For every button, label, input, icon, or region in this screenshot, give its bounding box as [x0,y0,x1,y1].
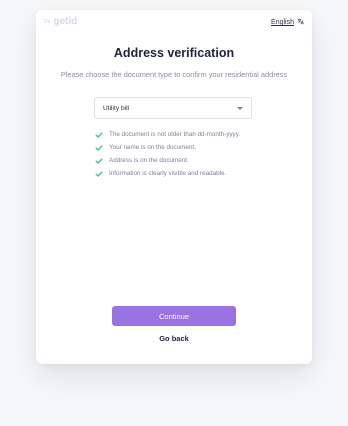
check-icon [95,158,103,164]
requirement-text: The document is not older than dd-month-… [109,131,241,138]
language-label[interactable]: English [271,19,294,26]
brand-name: getid [53,16,78,27]
requirement-text: Your name is on the document. [109,144,196,151]
requirement-text: Address is on the document. [109,157,189,164]
requirement-text: Information is clearly visible and reada… [109,170,227,177]
page-title: Address verification [113,46,235,60]
check-icon [95,171,103,177]
requirement-item: The document is not older than dd-month-… [95,131,255,139]
requirements-list: The document is not older than dd-month-… [95,131,255,183]
go-back-link[interactable]: Go back [36,334,312,343]
chevron-down-icon [237,107,243,110]
brand-logo: by getid [44,16,77,27]
page-subtitle: Please choose the document type to confi… [60,70,288,79]
verification-card: by getid English Address verification Pl… [36,10,312,364]
check-icon [95,132,103,138]
check-icon [95,145,103,151]
requirement-item: Address is on the document. [95,157,255,165]
document-type-select[interactable]: Utility bill [94,97,252,119]
language-switcher[interactable]: English [271,18,304,27]
requirement-item: Information is clearly visible and reada… [95,170,255,178]
document-type-value: Utility bill [103,104,130,112]
continue-button[interactable]: Continue [112,306,236,326]
translate-icon [297,18,304,27]
brand-prefix: by [44,18,51,25]
requirement-item: Your name is on the document. [95,144,255,152]
